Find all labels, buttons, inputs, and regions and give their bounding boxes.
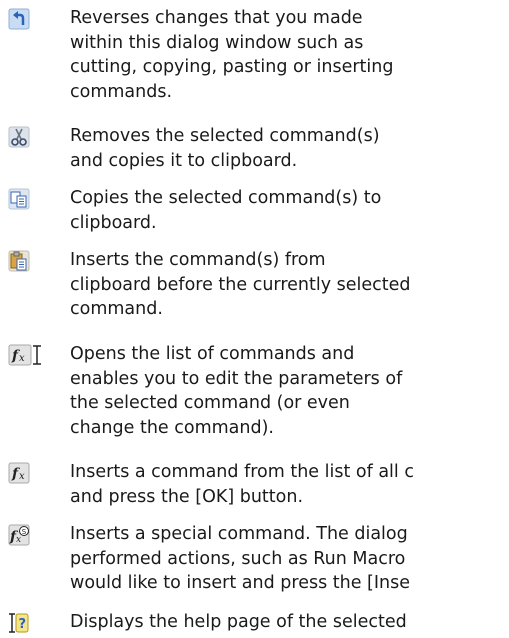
svg-text:S: S <box>22 528 27 536</box>
description-line: cutting, copying, pasting or inserting <box>70 57 394 77</box>
description-line: would like to insert and press the [Inse <box>70 573 411 593</box>
description-line: Inserts a command from the list of all c <box>70 462 414 482</box>
item-description: Inserts a command from the list of all c… <box>70 460 509 509</box>
item-description: Inserts the command(s) from clipboard be… <box>70 248 509 322</box>
svg-text:?: ? <box>19 617 27 632</box>
item-description: Copies the selected command(s) to clipbo… <box>70 186 509 235</box>
description-line: command. <box>70 299 163 319</box>
description-line: Reverses changes that you made <box>70 8 363 28</box>
description-line: enables you to edit the parameters of <box>70 368 403 389</box>
description-line: commands. <box>70 81 173 102</box>
description-line: and press the [OK] button. <box>70 486 304 507</box>
insert-function-icon[interactable]: f x <box>8 462 30 484</box>
cut-icon[interactable] <box>8 126 30 148</box>
help-icon[interactable]: ? <box>8 612 30 634</box>
svg-text:x: x <box>16 535 21 545</box>
svg-text:x: x <box>19 353 25 364</box>
paste-icon[interactable] <box>8 250 30 272</box>
description-line: change the command). <box>70 417 274 438</box>
edit-function-icon[interactable]: f x <box>8 344 52 366</box>
item-description: Displays the help page of the selected <box>70 610 509 635</box>
description-line: Inserts the command(s) from <box>70 250 326 270</box>
description-line: the selected command (or even <box>70 393 350 413</box>
item-description: Reverses changes that you made within th… <box>70 6 509 104</box>
description-line: Removes the selected command(s) <box>70 126 380 146</box>
description-line: Copies the selected command(s) to <box>70 188 382 208</box>
undo-icon[interactable] <box>8 8 30 30</box>
description-line: clipboard before the currently selected <box>70 274 411 295</box>
description-line: within this dialog window such as <box>70 32 364 53</box>
description-line: performed actions, such as Run Macro <box>70 548 406 569</box>
item-description: Opens the list of commands and enables y… <box>70 342 509 440</box>
description-line: clipboard. <box>70 212 157 233</box>
svg-text:x: x <box>19 471 25 482</box>
description-line: Opens the list of commands and <box>70 344 355 364</box>
item-description: Inserts a special command. The dialog pe… <box>70 522 509 596</box>
copy-icon[interactable] <box>8 188 30 210</box>
item-description: Removes the selected command(s) and copi… <box>70 124 509 173</box>
description-line: Inserts a special command. The dialog <box>70 524 408 544</box>
description-line: Displays the help page of the selected <box>70 612 407 632</box>
special-command-icon[interactable]: f x S <box>8 524 30 546</box>
description-line: and copies it to clipboard. <box>70 150 298 171</box>
